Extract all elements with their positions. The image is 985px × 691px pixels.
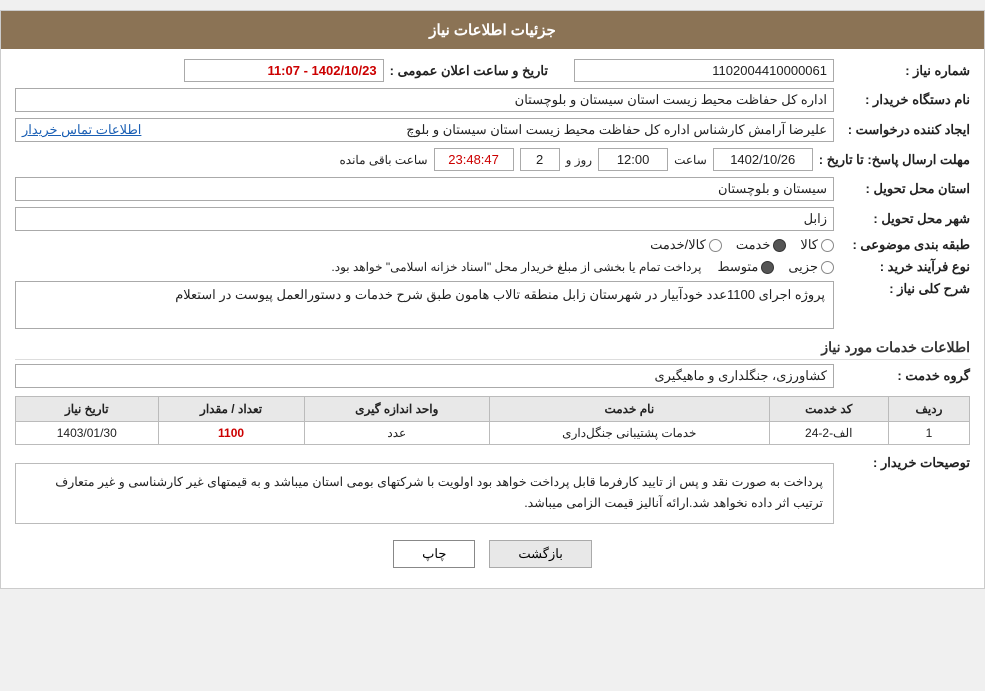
col-radif: ردیف [888,397,969,422]
nam-dastgah-value: اداره کل حفاظت محیط زیست استان سیستان و … [15,88,834,112]
goroh-label: گروه خدمت : [840,368,970,384]
nam-dastgah-label: نام دستگاه خریدار : [840,92,970,108]
ostan-value: سیستان و بلوچستان [15,177,834,201]
mohlat-label: مهلت ارسال پاسخ: تا تاریخ : [819,152,970,168]
noe-radio-group: جزیی متوسط [717,259,834,275]
tabaqe-label: طبقه بندی موضوعی : [840,237,970,253]
col-vahed: واحد اندازه گیری [304,397,489,422]
mohlat-remaining: 23:48:47 [434,148,514,171]
tosif-value: پرداخت به صورت نقد و پس از تایید کارفرما… [15,463,834,524]
khadamat-title: اطلاعات خدمات مورد نیاز [15,339,970,360]
col-tarikh: تاریخ نیاز [16,397,159,422]
cell-tarikh: 1403/01/30 [16,422,159,445]
col-kod: کد خدمت [769,397,888,422]
cell-nam: خدمات پشتیبانی جنگل‌داری [489,422,769,445]
cell-kod: الف-2-24 [769,422,888,445]
ejad-label: ایجاد کننده درخواست : [840,122,970,138]
radio-jozi-label: جزیی [788,259,818,275]
radio-khedmat-label: خدمت [736,237,771,253]
mohlat-date: 1402/10/26 [713,148,813,171]
radio-motvaset-label: متوسط [717,259,758,275]
tarikh-label: تاریخ و ساعت اعلان عمومی : [390,63,548,79]
print-button[interactable]: چاپ [393,540,475,568]
radio-kala-circle [821,239,834,252]
goroh-value: کشاورزی، جنگلداری و ماهیگیری [15,364,834,388]
radio-kala[interactable]: کالا [800,237,834,253]
sharh-label: شرح کلی نیاز : [840,281,970,297]
page-title: جزئیات اطلاعات نیاز [429,22,556,39]
mohlat-remaining-label: ساعت باقی مانده [340,153,428,167]
shomare-niaz-value: 1102004410000061 [574,59,834,82]
shahr-value: زابل [15,207,834,231]
noe-text: پرداخت تمام یا بخشی از مبلغ خریدار محل "… [331,260,701,274]
mohlat-saat-label: ساعت [674,153,707,167]
back-button[interactable]: بازگشت [489,540,591,568]
col-tedad: تعداد / مقدار [158,397,304,422]
radio-kala-khedmat-circle [709,239,722,252]
mohlat-saat: 12:00 [598,148,668,171]
noe-label: نوع فرآیند خرید : [840,259,970,275]
service-table: ردیف کد خدمت نام خدمت واحد اندازه گیری ت… [15,396,970,445]
cell-vahed: عدد [304,422,489,445]
radio-jozi-circle [821,261,834,274]
shahr-label: شهر محل تحویل : [840,211,970,227]
buttons-row: بازگشت چاپ [15,540,970,568]
table-row: 1 الف-2-24 خدمات پشتیبانی جنگل‌داری عدد … [16,422,970,445]
sharh-value: پروژه اجرای 1100عدد خودآبیار در شهرستان … [15,281,834,329]
radio-khedmat-circle [773,239,786,252]
tosif-label: توصیحات خریدار : [840,455,970,471]
ejad-value: علیرضا آرامش کارشناس اداره کل حفاظت محیط… [406,122,827,138]
radio-khedmat[interactable]: خدمت [736,237,787,253]
ejad-value-box: علیرضا آرامش کارشناس اداره کل حفاظت محیط… [15,118,834,142]
radio-kala-khedmat[interactable]: کالا/خدمت [650,237,722,253]
mohlat-roz-label: روز و [566,153,593,167]
radio-kala-label: کالا [800,237,818,253]
radio-jozi[interactable]: جزیی [788,259,834,275]
radio-motvaset[interactable]: متوسط [717,259,774,275]
page-header: جزئیات اطلاعات نیاز [1,11,984,49]
cell-radif: 1 [888,422,969,445]
radio-kala-khedmat-label: کالا/خدمت [650,237,706,253]
tarikh-value: 1402/10/23 - 11:07 [184,59,384,82]
col-nam: نام خدمت [489,397,769,422]
cell-tedad: 1100 [158,422,304,445]
ostan-label: استان محل تحویل : [840,181,970,197]
radio-motvaset-circle [761,261,774,274]
shomare-niaz-label: شماره نیاز : [840,63,970,79]
mohlat-roz: 2 [520,148,560,171]
tabaqe-radio-group: کالا خدمت کالا/خدمت [650,237,834,253]
ejad-link[interactable]: اطلاعات تماس خریدار [22,122,141,138]
